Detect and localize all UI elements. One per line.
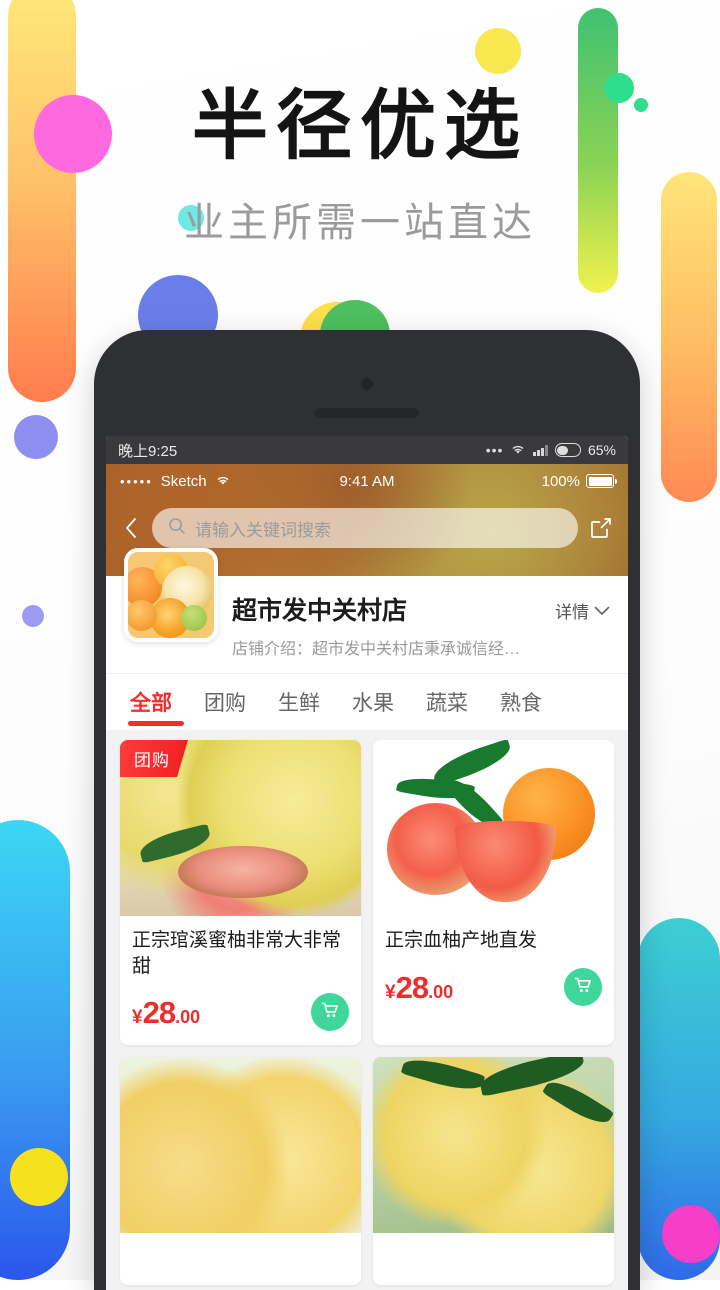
earpiece-speaker — [315, 408, 419, 418]
poster-headline: 半径优选 业主所需一站直达 — [0, 88, 720, 248]
android-clock: 晚上9:25 — [118, 442, 178, 460]
deco-circle-purple-left-small — [22, 605, 44, 627]
tab-cooked[interactable]: 熟食 — [484, 674, 558, 730]
phone-mockup: 晚上9:25 ••• 65% ••••• Sketch 9:41 AM 100%… — [94, 330, 640, 1290]
search-placeholder: 请输入关键词搜索 — [195, 520, 331, 540]
groupbuy-badge: 团购 — [120, 740, 188, 777]
store-detail-label: 详情 — [555, 603, 589, 622]
store-detail-button[interactable]: 详情 — [555, 594, 610, 623]
android-status-bar: 晚上9:25 ••• 65% — [106, 436, 628, 464]
price-decimal: .00 — [428, 982, 454, 1002]
leaf-decoration — [400, 1057, 486, 1097]
leaf-decoration — [541, 1074, 614, 1132]
product-price: ¥ 28 .00 — [132, 995, 200, 1031]
search-input[interactable]: 请输入关键词搜索 — [152, 508, 578, 548]
deco-bar-blue-left-bottom — [0, 820, 70, 1280]
tab-vegetable[interactable]: 蔬菜 — [410, 674, 484, 730]
leaf-decoration — [429, 740, 515, 786]
tab-all[interactable]: 全部 — [124, 674, 188, 730]
wifi-icon — [215, 473, 231, 490]
signal-dots-icon: ••••• — [120, 473, 153, 489]
battery-icon — [554, 443, 581, 457]
store-card[interactable]: 超市发中关村店 店铺介绍：超市发中关村店秉承诚信经… 详情 — [106, 548, 628, 673]
leaf-decoration — [137, 823, 214, 863]
tab-groupbuy[interactable]: 团购 — [188, 674, 262, 730]
category-tabs: 全部 团购 生鲜 水果 蔬菜 熟食 — [106, 673, 628, 730]
add-to-cart-button[interactable] — [564, 968, 602, 1006]
chevron-down-icon — [594, 601, 610, 621]
product-title: 正宗琯溪蜜柚非常大非常甜 — [132, 930, 342, 977]
deco-circle-yellow-bottom-left — [10, 1148, 68, 1206]
price-integer: 28 — [142, 995, 176, 1031]
store-logo-fruit — [124, 548, 218, 642]
price-decimal: .00 — [175, 1007, 201, 1028]
price-integer: 28 — [395, 970, 429, 1005]
share-icon[interactable] — [588, 515, 614, 541]
back-chevron-icon[interactable] — [120, 517, 142, 539]
phone-screen: 晚上9:25 ••• 65% ••••• Sketch 9:41 AM 100%… — [106, 436, 628, 1290]
wifi-icon — [510, 442, 526, 458]
product-card[interactable]: 团购 正宗琯溪蜜柚非常大非常甜 ¥ 28 .00 — [120, 740, 361, 1046]
currency-symbol: ¥ — [385, 982, 396, 1003]
product-image: 团购 — [120, 740, 361, 916]
front-camera-icon — [361, 378, 373, 390]
signal-icon — [533, 444, 548, 456]
poster-title: 半径优选 — [192, 81, 528, 170]
ios-battery-percent: 100% — [541, 472, 580, 490]
product-title — [385, 1245, 602, 1271]
product-grid: 团购 正宗琯溪蜜柚非常大非常甜 ¥ 28 .00 正宗血柚产地直发 ¥ 28 .… — [106, 730, 628, 1286]
ios-battery-icon — [586, 474, 617, 488]
store-name: 超市发中关村店 — [232, 597, 408, 625]
product-title — [132, 1245, 349, 1271]
currency-symbol: ¥ — [132, 1007, 143, 1029]
product-card[interactable]: 正宗血柚产地直发 ¥ 28 .00 — [373, 740, 614, 1046]
product-image — [373, 1057, 614, 1234]
tab-fresh[interactable]: 生鲜 — [262, 674, 336, 730]
product-image — [120, 1057, 361, 1234]
product-card[interactable] — [120, 1057, 361, 1286]
search-icon — [168, 517, 186, 540]
ios-status-bar: ••••• Sketch 9:41 AM 100% — [106, 464, 628, 498]
add-to-cart-button[interactable] — [311, 993, 349, 1032]
store-description: 店铺介绍：超市发中关村店秉承诚信经… — [232, 641, 521, 658]
grapefruit-wedge-decoration — [454, 820, 557, 902]
deco-circle-yellow-top — [475, 28, 521, 74]
carrier-name: Sketch — [160, 472, 207, 490]
product-title: 正宗血柚产地直发 — [385, 930, 538, 951]
product-image — [373, 740, 614, 916]
shopping-cart-icon — [573, 975, 593, 1000]
deco-circle-purple-left — [14, 415, 58, 459]
product-card[interactable] — [373, 1057, 614, 1286]
poster-subtitle: 业主所需一站直达 — [184, 201, 536, 245]
tab-fruit[interactable]: 水果 — [336, 674, 410, 730]
deco-circle-pink-bottom-right — [662, 1205, 720, 1263]
more-dots-icon: ••• — [485, 442, 504, 458]
battery-percent: 65% — [587, 442, 616, 458]
shopping-cart-icon — [320, 1000, 340, 1025]
product-price: ¥ 28 .00 — [385, 970, 453, 1006]
